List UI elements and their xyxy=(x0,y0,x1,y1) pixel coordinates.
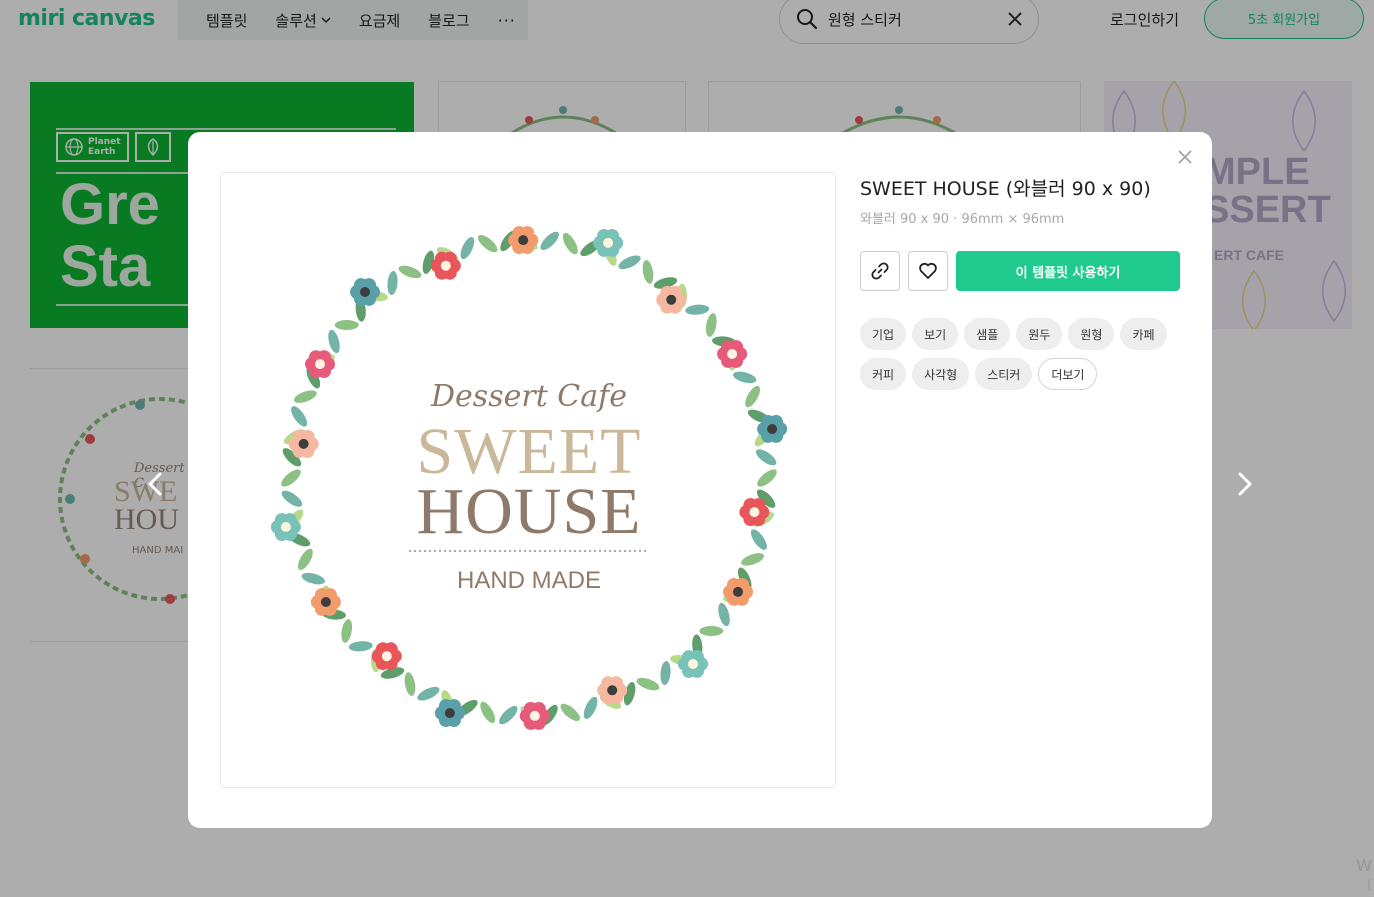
like-button[interactable] xyxy=(908,251,948,291)
close-icon[interactable] xyxy=(1178,150,1192,164)
wreath-flower-center xyxy=(666,294,677,305)
template-size-info: 와블러 90 x 90 · 96mm × 96mm xyxy=(860,212,1065,227)
wreath-leaf xyxy=(685,304,710,315)
wreath-flower-center xyxy=(315,359,325,370)
wreath-leaf xyxy=(699,626,724,636)
wreath-leaf xyxy=(387,271,398,295)
template-title: SWEET HOUSE (와블러 90 x 90) xyxy=(860,178,1151,200)
tag-chip[interactable]: 커피 xyxy=(860,358,907,390)
tag-chip[interactable]: 기업 xyxy=(860,318,907,350)
template-detail-modal: Dessert Cafe SWEET HOUSE HAND MADE SWEET… xyxy=(188,132,1212,828)
chevron-right-icon[interactable] xyxy=(1232,470,1256,498)
wreath-flower-center xyxy=(529,710,540,721)
heart-icon xyxy=(919,262,937,279)
tag-chip[interactable]: 보기 xyxy=(912,318,959,350)
wreath-leaf xyxy=(460,237,475,260)
wreath-leaf xyxy=(404,672,416,696)
wreath-leaf xyxy=(499,705,518,725)
wreath-leaf xyxy=(636,677,660,691)
wreath-leaf xyxy=(477,234,498,253)
wreath-flower-center xyxy=(381,651,392,662)
wreath-flower-center xyxy=(320,597,331,607)
tag-chip[interactable]: 사각형 xyxy=(912,358,970,390)
wreath-leaf xyxy=(334,320,359,330)
wreath-leaf xyxy=(560,703,581,722)
wreath-leaf xyxy=(417,686,440,701)
wreath-flower-center xyxy=(440,260,451,271)
template-preview: Dessert Cafe SWEET HOUSE HAND MADE xyxy=(220,172,836,788)
wreath-flower-center xyxy=(603,237,614,248)
tag-chip[interactable]: 샘플 xyxy=(964,318,1011,350)
wreath-leaf xyxy=(660,661,671,685)
preview-script-text: Dessert Cafe xyxy=(431,379,627,414)
wreath-leaf xyxy=(618,255,641,270)
preview-subtitle: HAND MADE xyxy=(456,567,601,594)
wreath-leaf xyxy=(642,260,654,284)
wreath-leaf xyxy=(480,701,496,724)
wreath-flower-center xyxy=(727,349,738,359)
wreath-leaf xyxy=(583,696,598,719)
wreath-leaf xyxy=(398,265,422,279)
wreath-leaf xyxy=(540,231,559,251)
wreath-flower-center xyxy=(444,708,455,719)
wreath-leaf xyxy=(562,232,578,255)
use-template-button[interactable]: 이 템플릿 사용하기 xyxy=(956,251,1180,291)
chevron-left-icon[interactable] xyxy=(144,470,168,498)
wreath-leaf xyxy=(718,602,730,627)
tag-chip[interactable]: 스티커 xyxy=(975,358,1033,390)
wreath-flower-center xyxy=(518,235,529,246)
wreath-leaf xyxy=(341,619,353,643)
wreath-flower-center xyxy=(688,659,698,669)
copy-link-button[interactable] xyxy=(860,251,900,291)
tag-chip[interactable]: 원형 xyxy=(1068,318,1115,350)
tag-list: 기업 보기 샘플 원두 원형 카페 커피 사각형 스티커 더보기 xyxy=(860,318,1180,390)
wreath-flower-center xyxy=(360,287,370,297)
link-icon xyxy=(871,262,889,280)
wreath-flower-center xyxy=(607,685,618,696)
tag-chip[interactable]: 원두 xyxy=(1016,318,1063,350)
preview-title-line2: HOUSE xyxy=(416,475,642,548)
wreath-leaf xyxy=(741,553,765,566)
wreath-leaf xyxy=(705,313,717,337)
more-tags-button[interactable]: 더보기 xyxy=(1038,358,1098,390)
wreath-leaf xyxy=(328,329,340,354)
wreath-leaf xyxy=(348,641,373,652)
tag-chip[interactable]: 카페 xyxy=(1120,318,1167,350)
